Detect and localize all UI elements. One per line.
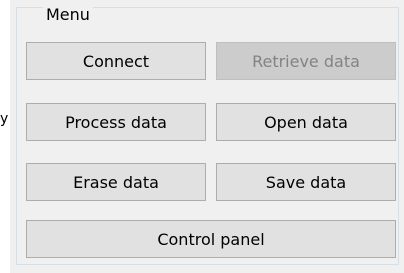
connect-button[interactable]: Connect: [26, 42, 206, 80]
save-data-button[interactable]: Save data: [216, 163, 396, 201]
erase-data-button[interactable]: Erase data: [26, 163, 206, 201]
stray-glyph: y: [0, 111, 9, 127]
menu-panel: Menu Connect Retrieve data Process data …: [10, 0, 404, 273]
window-fragment: y Menu Connect Retrieve data Process dat…: [0, 0, 404, 273]
control-panel-button[interactable]: Control panel: [26, 220, 396, 258]
process-data-button[interactable]: Process data: [26, 103, 206, 141]
open-data-button[interactable]: Open data: [216, 103, 396, 141]
menu-groupbox-title: Menu: [43, 6, 93, 24]
retrieve-data-button[interactable]: Retrieve data: [216, 42, 396, 80]
left-margin: y: [0, 0, 10, 273]
